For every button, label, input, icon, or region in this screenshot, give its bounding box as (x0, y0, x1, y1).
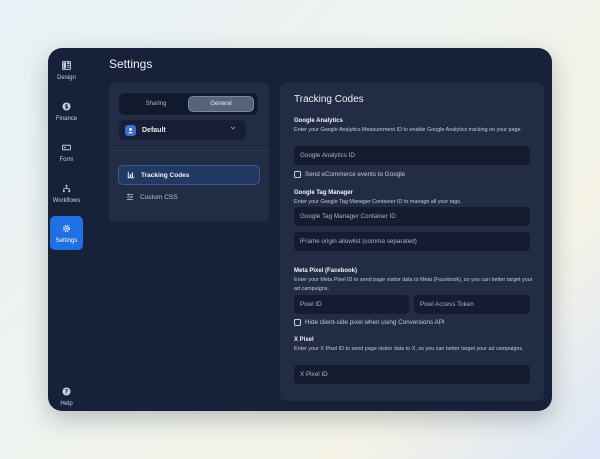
x-pixel-description: Enter your X Pixel ID to send page visit… (294, 346, 524, 352)
profile-avatar-icon (125, 124, 136, 136)
pixel-access-token-input[interactable]: Pixel Access Token (414, 295, 530, 314)
hide-pixel-checkbox-row[interactable]: Hide client-side pixel when using Conver… (294, 319, 445, 326)
gtm-container-id-input[interactable]: Google Tag Manager Container ID (294, 207, 530, 226)
nav-settings-label: Settings (55, 238, 78, 244)
divider (109, 150, 269, 151)
dollar-icon: $ (61, 100, 73, 112)
menu-item-tracking-codes[interactable]: Tracking Codes (118, 165, 260, 185)
nav-form[interactable]: Form (50, 138, 83, 172)
nav-design[interactable]: Design (50, 56, 83, 90)
segmented-control: Sharing General (119, 93, 258, 115)
meta-pixel-heading: Meta Pixel (Facebook) (294, 268, 358, 274)
google-analytics-id-input[interactable]: Google Analytics ID (294, 146, 530, 165)
tab-general[interactable]: General (188, 96, 254, 112)
nav-workflows-label: Workflows (52, 198, 81, 204)
hide-pixel-checkbox[interactable] (294, 319, 301, 326)
nav-finance-label: Finance (55, 116, 78, 122)
tracking-codes-panel: Tracking Codes Google Analytics Enter yo… (280, 83, 544, 401)
sliders-icon (125, 193, 134, 202)
meta-pixel-description: Enter your Meta Pixel ID to send page vi… (294, 277, 533, 292)
nav-form-label: Form (59, 157, 74, 163)
tab-sharing[interactable]: Sharing (123, 96, 189, 112)
ecommerce-checkbox[interactable] (294, 171, 301, 178)
iframe-allowlist-input[interactable]: iFrame origin allowlist (comma separated… (294, 232, 530, 251)
bar-chart-icon (126, 171, 135, 180)
menu-item-label: Custom CSS (140, 193, 178, 201)
x-pixel-id-input[interactable]: X Pixel ID (294, 365, 530, 384)
layout-icon (61, 59, 73, 71)
pixel-id-input[interactable]: Pixel ID (294, 295, 409, 314)
google-analytics-heading: Google Analytics (294, 118, 343, 124)
menu-item-custom-css[interactable]: Custom CSS (118, 187, 260, 207)
help-icon: ? (61, 385, 73, 397)
page-title: Settings (109, 57, 153, 71)
settings-window: Design $ Finance Form Workflows Settings (48, 48, 552, 411)
nav-design-label: Design (57, 75, 76, 81)
menu-item-label: Tracking Codes (141, 171, 190, 179)
ecommerce-checkbox-row[interactable]: Send eCommerce events to Google (294, 171, 405, 178)
gtm-description: Enter your Google Tag Manager Container … (294, 199, 462, 205)
profile-name: Default (142, 126, 166, 134)
gear-icon (61, 222, 73, 234)
google-analytics-description: Enter your Google Analytics Measurement … (294, 127, 523, 133)
nav-help-label: Help (60, 401, 73, 407)
form-icon (61, 141, 73, 153)
nav-help[interactable]: ? Help (50, 382, 83, 411)
workflow-icon (61, 182, 73, 194)
x-pixel-heading: X Pixel (294, 337, 314, 343)
nav-settings[interactable]: Settings (50, 216, 83, 250)
profile-selector[interactable]: Default (119, 120, 246, 140)
hide-pixel-checkbox-label: Hide client-side pixel when using Conver… (305, 319, 445, 326)
sidebar: Design $ Finance Form Workflows Settings (48, 48, 84, 411)
svg-text:$: $ (64, 104, 68, 110)
nav-finance[interactable]: $ Finance (50, 97, 83, 131)
gtm-heading: Google Tag Manager (294, 190, 353, 196)
nav-workflows[interactable]: Workflows (50, 179, 83, 213)
ecommerce-checkbox-label: Send eCommerce events to Google (305, 171, 406, 178)
chevron-down-icon (230, 125, 238, 133)
section-title: Tracking Codes (294, 94, 364, 105)
settings-menu-panel: Sharing General Default Tracking Codes C… (109, 83, 269, 222)
